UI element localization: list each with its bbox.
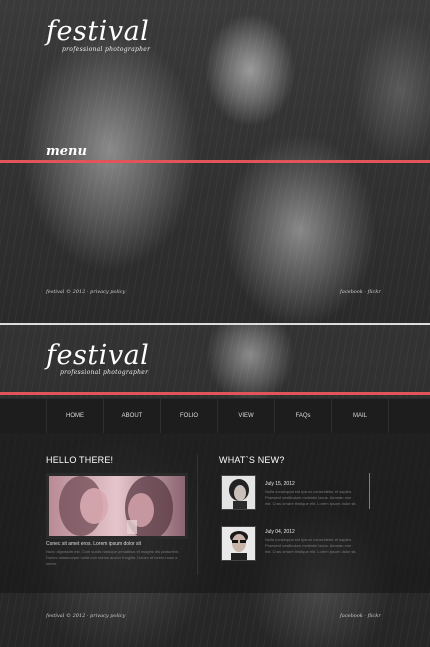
couple-image	[49, 476, 185, 536]
logo[interactable]: festival	[46, 16, 149, 47]
footer-social-links[interactable]: facebook · flickr	[340, 289, 381, 295]
nav-mail[interactable]: MAIL	[331, 399, 389, 433]
screen-preview-top: festival professional photographer menu …	[0, 0, 430, 323]
hello-heading: HELLO THERE!	[46, 455, 114, 465]
nav-folio[interactable]: FOLIO	[160, 399, 217, 433]
news-heading: WHAT`S NEW?	[219, 455, 285, 465]
hello-body: Nunc dignissim est. Cum sociis natoque p…	[46, 549, 180, 566]
news-thumb-2[interactable]	[221, 526, 256, 561]
menu-divider	[0, 160, 430, 163]
news-text-2: Nulla consequat est ipsum consectetur et…	[265, 537, 357, 554]
news-date-1: July 15, 2012	[265, 481, 295, 487]
nav-home[interactable]: HOME	[46, 399, 103, 433]
hello-photo[interactable]	[46, 473, 188, 539]
header-divider	[0, 392, 430, 395]
nav-about[interactable]: ABOUT	[103, 399, 160, 433]
nav-view[interactable]: VIEW	[217, 399, 274, 433]
footer-social-links[interactable]: facebook · flickr	[340, 613, 381, 619]
news-text-1: Nulla consequat est ipsum consectetur et…	[265, 489, 357, 506]
news-accent-line	[369, 473, 370, 509]
column-separator	[197, 455, 198, 575]
logo[interactable]: festival	[46, 340, 149, 371]
nav-faqs[interactable]: FAQs	[274, 399, 331, 433]
footer-copyright[interactable]: festival © 2012 · privacy policy	[46, 613, 125, 619]
news-date-2: July 04, 2012	[265, 529, 295, 535]
logo-tagline: professional photographer	[60, 369, 149, 376]
footer-copyright[interactable]: festival © 2012 · privacy policy	[46, 289, 125, 295]
logo-tagline: professional photographer	[62, 46, 151, 53]
hello-lead: Conec sit amet eros. Lorem ipsum dolor s…	[46, 541, 142, 547]
main-navigation: HOME ABOUT FOLIO VIEW FAQs MAIL	[0, 398, 430, 434]
news-thumb-1[interactable]	[221, 475, 256, 510]
menu-toggle[interactable]: menu	[46, 144, 87, 159]
